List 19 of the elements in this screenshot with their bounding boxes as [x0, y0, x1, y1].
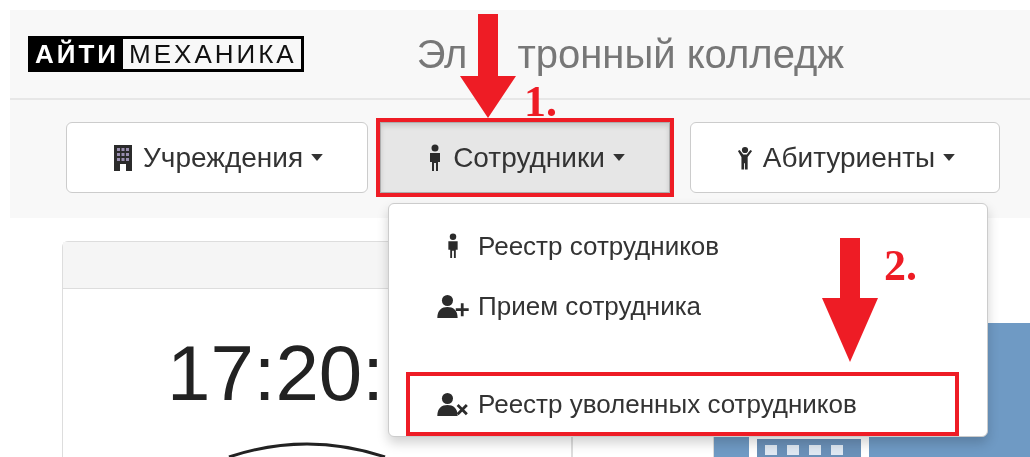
caret-icon	[311, 154, 324, 161]
caret-icon	[943, 154, 956, 161]
person-icon	[445, 233, 461, 259]
building-icon	[113, 143, 133, 172]
step-label: 2.	[884, 244, 917, 288]
user-remove-icon	[436, 392, 470, 416]
user-plus-icon	[436, 294, 470, 318]
caret-icon	[612, 154, 625, 161]
step-label: 1.	[524, 80, 557, 124]
site-title: Эл	[416, 31, 468, 77]
nav-dropdown-button[interactable]: Абитуриенты	[689, 122, 1001, 193]
site-title: тронный колледж	[517, 31, 845, 77]
nav-dropdown-button[interactable]: Учреждения	[66, 122, 369, 193]
menu-item[interactable]: Реестр уволенных сотрудников	[410, 378, 857, 430]
logo[interactable]: АЙТИ МЕХАНИКА	[28, 36, 304, 72]
nav-dropdown-button[interactable]: Сотрудники	[380, 122, 670, 193]
clock-time: 17:20:	[167, 334, 384, 412]
menu-item[interactable]: Прием сотрудника	[410, 280, 702, 332]
menu-item[interactable]: Реестр сотрудников	[410, 220, 720, 272]
